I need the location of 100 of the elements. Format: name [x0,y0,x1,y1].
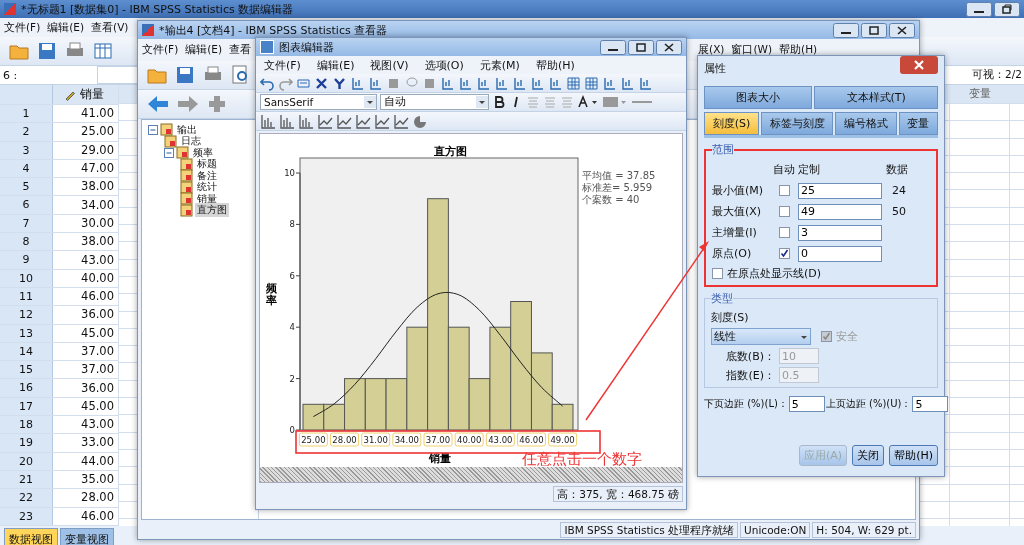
line-chart-icon[interactable] [374,113,390,129]
text-color-icon[interactable] [577,95,599,109]
save-icon[interactable] [174,64,196,86]
tab[interactable]: 变量 [898,112,938,135]
restore-button[interactable] [994,1,1020,17]
view-tab[interactable]: 变量视图 [60,527,114,545]
input-field[interactable]: 25 [798,182,882,199]
x-tick-label[interactable]: 43.00 [485,432,515,447]
x-letter-icon[interactable] [314,75,329,91]
forward-arrow-icon[interactable] [176,93,200,115]
menu-item[interactable]: 文件(F) [0,20,44,35]
column-header[interactable]: 销量 [53,85,119,104]
row-number[interactable]: 12 [0,306,53,324]
axis-icon[interactable] [368,75,383,91]
x-tick-label[interactable]: 34.00 [392,432,422,447]
view-tab[interactable]: 数据视图 [4,527,58,545]
row-number[interactable]: 22 [0,489,53,507]
menu-item[interactable]: 帮助(H) [775,43,821,57]
axis-icon[interactable] [602,75,617,91]
pie-chart-icon[interactable] [412,113,428,129]
axis-icon[interactable] [620,75,635,91]
menu-item[interactable]: 编辑(E) [43,20,88,35]
input-field[interactable]: 0 [798,245,882,262]
auto-checkbox[interactable] [778,185,790,196]
histogram-bar[interactable] [406,326,429,431]
tab[interactable]: 图表大小 [704,86,813,109]
menu-item[interactable]: 视图(V) [362,57,417,73]
bold-icon[interactable] [492,95,506,109]
save-icon[interactable] [36,40,58,62]
histogram-bar[interactable] [447,326,470,431]
menu-item[interactable]: 查看(V) [87,20,132,35]
input-field[interactable]: 3 [798,224,882,241]
axis-icon[interactable] [440,75,455,91]
menu-item[interactable]: 文件(F) [138,43,182,57]
auto-checkbox[interactable] [778,248,790,259]
collapse-toggle[interactable] [148,124,158,135]
histogram-bar[interactable] [468,378,491,431]
tab[interactable]: 文本样式(T) [814,86,938,109]
auto-checkbox[interactable] [778,206,790,217]
maximize-button[interactable] [628,39,654,55]
input-field[interactable]: 5 [912,396,949,412]
histogram-bar[interactable] [385,378,408,431]
maximize-button[interactable] [861,22,887,38]
collapse-toggle[interactable] [164,147,174,158]
auto-checkbox[interactable] [778,227,790,238]
row-number[interactable]: 19 [0,434,53,452]
column-header[interactable]: 变量 [950,85,1010,103]
close-button[interactable] [889,22,915,38]
axis-icon[interactable] [458,75,473,91]
scale-dropdown[interactable]: 线性 [711,328,811,345]
histogram-bar[interactable] [364,378,387,431]
axis-icon[interactable] [548,75,563,91]
menu-item[interactable]: 展(X) [694,43,728,57]
x-tick-label[interactable]: 25.00 [298,432,328,447]
menu-item[interactable]: 查看 [225,43,255,57]
line-chart-icon[interactable] [393,113,409,129]
row-number[interactable]: 8 [0,233,53,251]
x-tick-label[interactable]: 40.00 [454,432,484,447]
histogram-bar[interactable] [551,403,574,431]
back-arrow-icon[interactable] [146,93,170,115]
menu-item[interactable]: 元素(M) [471,57,528,73]
bar-chart-icon[interactable] [260,113,276,129]
checkbox[interactable] [712,268,723,279]
close-button[interactable] [656,39,682,55]
grid-icon[interactable] [92,40,114,62]
histogram-bar[interactable] [323,403,346,431]
tree-item[interactable]: 输出 [175,122,199,137]
font-dropdown[interactable]: SansSerif [260,94,377,110]
x-tick-label[interactable]: 31.00 [361,432,391,447]
redo-icon[interactable] [278,75,293,91]
histogram-bar[interactable] [530,352,553,431]
minimize-button[interactable] [833,22,859,38]
menu-item[interactable]: 编辑(E) [181,43,226,57]
histogram-bar[interactable] [489,326,512,431]
x-tick-label[interactable]: 37.00 [423,432,453,447]
row-number[interactable]: 1 [0,105,53,123]
minimize-button[interactable] [600,39,626,55]
expand-icon[interactable] [206,93,228,115]
histogram-bar[interactable] [427,198,449,431]
axis-icon[interactable] [638,75,653,91]
menu-item[interactable]: 选项(O) [416,57,472,73]
row-number[interactable]: 2 [0,123,53,141]
dialog-button[interactable]: 帮助(H) [889,445,938,466]
row-number[interactable]: 15 [0,361,53,379]
tab[interactable]: 标签与刻度 [760,112,834,135]
font-size-dropdown[interactable]: 自动 [380,94,489,110]
line-chart-icon[interactable] [355,113,371,129]
row-number[interactable]: 9 [0,251,53,269]
menu-item[interactable]: 文件(F) [256,57,309,73]
histogram-bar[interactable] [344,378,366,431]
bar-chart-icon[interactable] [279,113,295,129]
row-number[interactable]: 18 [0,416,53,434]
tree-item[interactable]: 直方图 [195,203,229,218]
x-tick-label[interactable]: 49.00 [548,432,578,447]
row-number[interactable]: 5 [0,178,53,196]
input-field[interactable]: 49 [798,203,882,220]
input-field[interactable]: 5 [788,396,825,412]
x-tick-label[interactable]: 46.00 [516,432,546,447]
x-tick-label[interactable]: 28.00 [330,432,360,447]
menu-item[interactable]: 窗口(W) [727,43,776,57]
